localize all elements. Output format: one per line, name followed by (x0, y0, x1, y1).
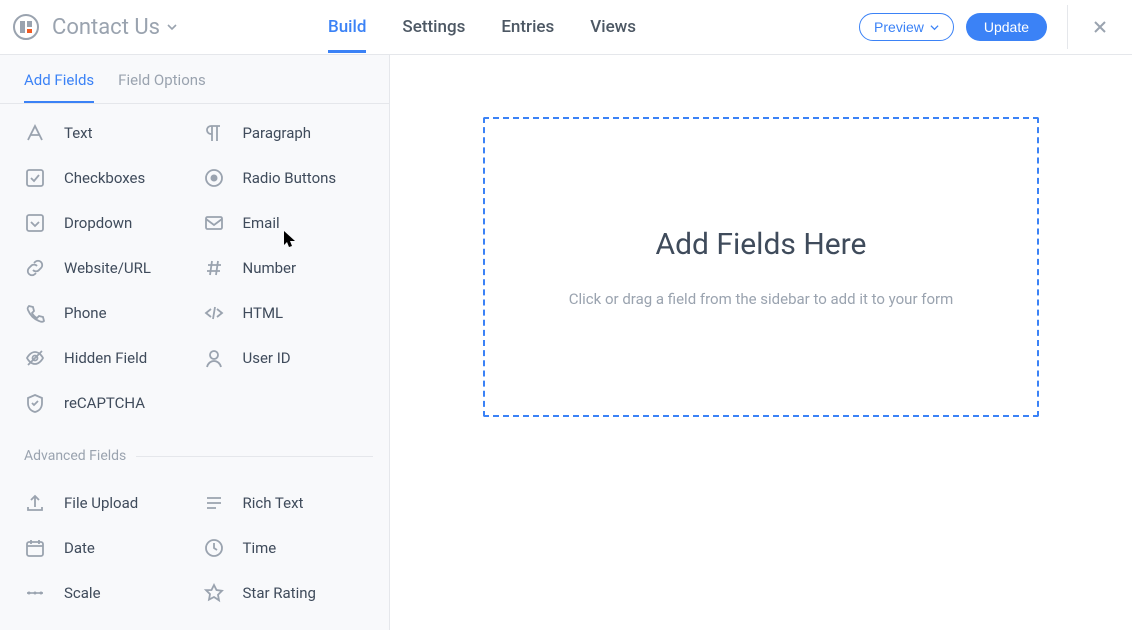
field-label: Dropdown (64, 214, 132, 232)
field-label: Radio Buttons (243, 169, 337, 187)
topbar-actions: Preview Update (859, 5, 1112, 49)
tab-entries[interactable]: Entries (501, 2, 554, 53)
advanced-fields: File Upload Rich Text Date Time Scale St… (0, 474, 389, 614)
section-label: Advanced Fields (24, 448, 126, 464)
advanced-heading: Advanced Fields (0, 438, 389, 474)
field-checkboxes[interactable]: Checkboxes (24, 167, 195, 189)
radio-icon (203, 167, 225, 189)
caret-down-icon (166, 21, 178, 33)
field-url[interactable]: Website/URL (24, 257, 195, 279)
paragraph-icon (203, 122, 225, 144)
divider-line (136, 456, 373, 457)
form-title-text: Contact Us (52, 15, 160, 40)
main-tabs: Build Settings Entries Views (328, 2, 636, 53)
field-label: Hidden Field (64, 349, 147, 367)
caret-down-icon (930, 23, 939, 32)
field-userid[interactable]: User ID (203, 347, 374, 369)
rich-text-icon (203, 492, 225, 514)
link-icon (24, 257, 46, 279)
drop-zone-heading: Add Fields Here (656, 227, 867, 262)
field-label: Checkboxes (64, 169, 145, 187)
field-label: Date (64, 539, 95, 557)
field-date[interactable]: Date (24, 537, 195, 559)
field-html[interactable]: HTML (203, 302, 374, 324)
code-icon (203, 302, 225, 324)
field-label: Text (64, 124, 93, 142)
drop-zone-subtext: Click or drag a field from the sidebar t… (569, 290, 954, 308)
hash-icon (203, 257, 225, 279)
sidebar-tabs: Add Fields Field Options (0, 55, 389, 104)
basic-fields: Text Paragraph Checkboxes Radio Buttons … (0, 104, 389, 424)
form-title-dropdown[interactable]: Contact Us (52, 15, 178, 40)
update-button[interactable]: Update (966, 13, 1047, 41)
field-paragraph[interactable]: Paragraph (203, 122, 374, 144)
field-time[interactable]: Time (203, 537, 374, 559)
topbar: Contact Us Build Settings Entries Views … (0, 0, 1132, 55)
field-scale[interactable]: Scale (24, 582, 195, 604)
sidebar: Add Fields Field Options Text Paragraph … (0, 55, 390, 630)
field-phone[interactable]: Phone (24, 302, 195, 324)
tab-views[interactable]: Views (590, 2, 636, 53)
form-canvas: Add Fields Here Click or drag a field fr… (390, 55, 1132, 630)
upload-icon (24, 492, 46, 514)
field-label: Scale (64, 584, 101, 602)
field-label: Rich Text (243, 494, 304, 512)
preview-label: Preview (874, 19, 924, 35)
user-icon (203, 347, 225, 369)
field-text[interactable]: Text (24, 122, 195, 144)
text-icon (24, 122, 46, 144)
field-hidden[interactable]: Hidden Field (24, 347, 195, 369)
sidebar-tab-add-fields[interactable]: Add Fields (24, 71, 94, 103)
shield-check-icon (24, 392, 46, 414)
email-icon (203, 212, 225, 234)
field-label: HTML (243, 304, 284, 322)
field-dropdown[interactable]: Dropdown (24, 212, 195, 234)
cursor-icon (283, 230, 297, 248)
field-label: Website/URL (64, 259, 151, 277)
field-star[interactable]: Star Rating (203, 582, 374, 604)
field-label: Star Rating (243, 584, 316, 602)
divider (1067, 5, 1068, 49)
field-upload[interactable]: File Upload (24, 492, 195, 514)
field-label: Number (243, 259, 297, 277)
field-radio[interactable]: Radio Buttons (203, 167, 374, 189)
field-label: reCAPTCHA (64, 394, 145, 412)
preview-button[interactable]: Preview (859, 13, 954, 41)
tab-build[interactable]: Build (328, 2, 366, 53)
field-rich[interactable]: Rich Text (203, 492, 374, 514)
field-recaptcha[interactable]: reCAPTCHA (24, 392, 195, 414)
scale-icon (24, 582, 46, 604)
close-button[interactable] (1088, 15, 1112, 39)
eye-off-icon (24, 347, 46, 369)
field-number[interactable]: Number (203, 257, 374, 279)
tab-settings[interactable]: Settings (402, 2, 465, 53)
phone-icon (24, 302, 46, 324)
field-label: File Upload (64, 494, 138, 512)
calendar-icon (24, 537, 46, 559)
dropdown-icon (24, 212, 46, 234)
field-label: User ID (243, 349, 291, 367)
clock-icon (203, 537, 225, 559)
field-label: Email (243, 214, 280, 232)
app-logo-icon (12, 13, 40, 41)
field-label: Time (243, 539, 277, 557)
field-label: Paragraph (243, 124, 312, 142)
sidebar-tab-field-options[interactable]: Field Options (118, 71, 206, 103)
drop-zone[interactable]: Add Fields Here Click or drag a field fr… (483, 117, 1039, 417)
star-icon (203, 582, 225, 604)
field-label: Phone (64, 304, 107, 322)
checkbox-icon (24, 167, 46, 189)
